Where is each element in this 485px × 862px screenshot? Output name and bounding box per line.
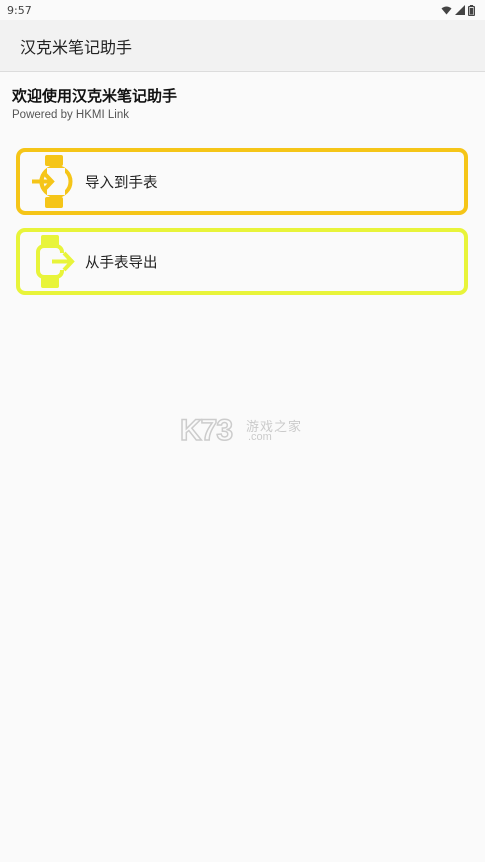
export-from-watch-button[interactable]: 从手表导出 xyxy=(16,228,468,295)
welcome-heading: 欢迎使用汉克米笔记助手 xyxy=(12,87,178,105)
status-time: 9:57 xyxy=(7,3,32,17)
wifi-icon xyxy=(441,6,452,14)
watch-export-icon xyxy=(36,235,75,288)
watermark-domain: .com xyxy=(248,431,272,443)
status-icons xyxy=(441,4,475,16)
battery-icon xyxy=(468,4,475,16)
powered-by-text: Powered by HKMI Link xyxy=(12,109,129,121)
signal-icon xyxy=(455,5,465,15)
watermark-logo: K73 游戏之家 .com xyxy=(179,413,310,448)
app-bar: 汉克米笔记助手 xyxy=(0,20,485,72)
status-bar: 9:57 xyxy=(0,0,485,20)
watermark-brand: K73 xyxy=(179,413,234,448)
import-to-watch-label: 导入到手表 xyxy=(85,175,158,191)
watch-import-icon xyxy=(32,155,73,208)
app-title: 汉克米笔记助手 xyxy=(20,37,133,57)
export-from-watch-label: 从手表导出 xyxy=(85,255,158,271)
import-to-watch-button[interactable]: 导入到手表 xyxy=(16,148,468,215)
